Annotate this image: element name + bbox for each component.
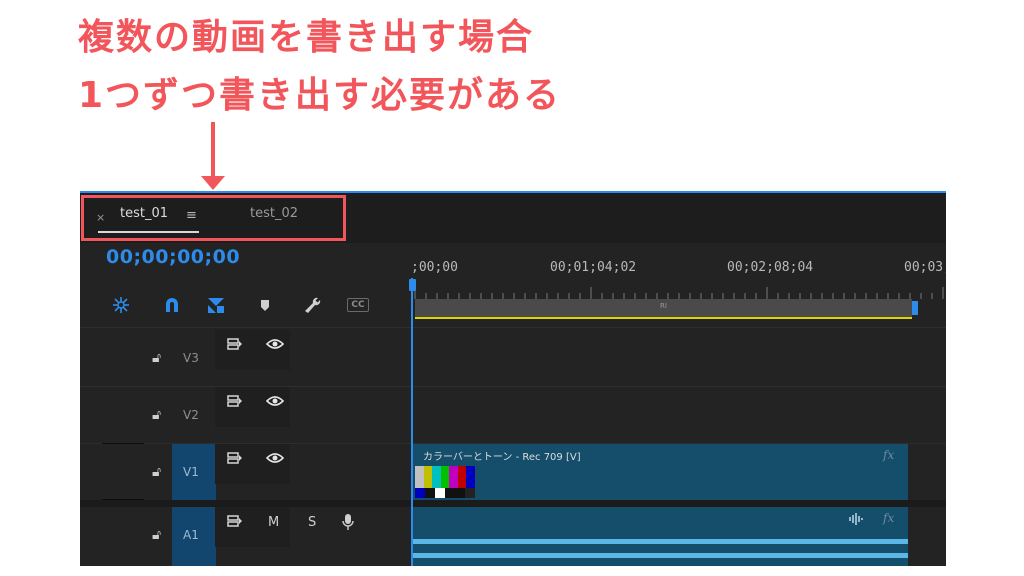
mute-button[interactable]: M (268, 515, 279, 530)
magnet-icon[interactable] (162, 295, 182, 315)
ruler-time-label: 00;02;08;04 (727, 260, 814, 275)
playhead-timecode[interactable]: 00;00;00;00 (106, 246, 240, 268)
eye-icon[interactable] (265, 395, 285, 411)
captions-icon[interactable]: CC (347, 298, 369, 312)
playhead-handle[interactable] (409, 279, 416, 291)
audio-waveform-line (413, 539, 908, 544)
audio-waveform-line (413, 553, 908, 558)
sync-lock-icon[interactable] (227, 515, 243, 531)
ruler-time-label: 00;03; (904, 260, 946, 275)
lock-icon[interactable]: 🔓︎ (152, 464, 161, 480)
marker-icon[interactable] (255, 295, 275, 315)
lock-icon[interactable]: 🔓︎ (152, 350, 161, 366)
solo-button[interactable]: S (308, 515, 316, 530)
sync-lock-icon[interactable] (227, 338, 243, 354)
wrench-icon[interactable] (302, 295, 322, 315)
playhead-line[interactable] (411, 278, 413, 566)
track-name[interactable]: V2 (183, 408, 199, 422)
track-name: A1 (183, 528, 199, 542)
annotation-line-2: 1つずつ書き出す必要がある (78, 75, 562, 116)
track-target-a1[interactable]: A1 (172, 507, 216, 566)
ruler-time-label: ;00;00 (411, 260, 458, 275)
eye-icon[interactable] (265, 452, 285, 468)
annotation-line-1: 複数の動画を書き出す場合 (78, 17, 535, 58)
color-bars-thumbnail (415, 466, 475, 498)
lock-icon[interactable]: 🔓︎ (152, 527, 161, 543)
timeline-panel: × test_01 ≡ test_02 00;00;00;00 CC ;00;0… (80, 191, 946, 566)
sequence-tab-bar: × test_01 ≡ test_02 (80, 193, 946, 243)
ruler-time-label: 00;01;04;02 (550, 260, 637, 275)
sync-lock-icon[interactable] (227, 452, 243, 468)
eye-icon[interactable] (265, 338, 285, 354)
microphone-icon[interactable] (342, 513, 354, 535)
track-name: V1 (183, 465, 199, 479)
track-header-a1: 🔓︎ A1 M S (80, 507, 411, 566)
work-area-end-handle[interactable] (912, 301, 918, 315)
track-lane-v2[interactable] (411, 387, 946, 443)
time-ruler[interactable]: ;00;00 00;01;04;02 00;02;08;04 00;03; RI (411, 243, 946, 323)
video-audio-divider[interactable] (80, 500, 946, 507)
snap-icon[interactable] (111, 295, 131, 315)
work-area-bar[interactable]: RI (415, 299, 912, 317)
fx-badge: fx (883, 448, 895, 462)
sync-lock-icon[interactable] (227, 395, 243, 411)
track-header-v2: 🔓︎ V2 (80, 387, 411, 443)
annotation-arrow-head (201, 176, 225, 190)
work-area-label: RI (660, 302, 667, 310)
track-header-v1: 🔓︎ V1 (80, 444, 411, 500)
fx-badge: fx (883, 511, 895, 525)
annotation-arrow-shaft (211, 122, 215, 178)
lock-icon[interactable]: 🔓︎ (152, 407, 161, 423)
linked-selection-icon[interactable] (206, 295, 226, 315)
video-clip[interactable]: カラーバーとトーン - Rec 709 [V] fx (413, 444, 908, 500)
track-target-v1[interactable]: V1 (172, 444, 216, 500)
track-name[interactable]: V3 (183, 351, 199, 365)
track-lane-v3[interactable] (411, 328, 946, 385)
track-header-v3: 🔓︎ V3 (80, 328, 411, 385)
work-area-line (415, 317, 912, 319)
annotation-highlight-box (81, 195, 346, 241)
waveform-icon (849, 513, 865, 528)
clip-title: カラーバーとトーン - Rec 709 [V] (423, 452, 581, 463)
